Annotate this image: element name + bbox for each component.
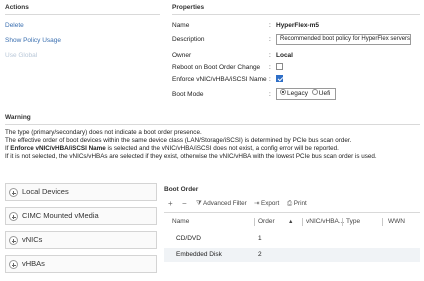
boot-mode-label: Boot Mode (172, 91, 204, 98)
expand-icon[interactable] (9, 236, 18, 245)
boot-order-toolbar: + − ⧩ Advanced Filter ⇥ Export ⎙ Print (164, 198, 420, 210)
column-vnic-vhba[interactable]: vNIC/vHBA... (306, 216, 344, 228)
reboot-checkbox[interactable] (276, 62, 283, 70)
boot-mode-uefi-option[interactable]: Uefi (311, 89, 330, 97)
warning-divider (5, 124, 420, 125)
properties-section: Properties Name : HyperFlex-m5 Descripti… (172, 4, 422, 100)
enforce-label: Enforce vNIC/vHBA/iSCSI Name (172, 76, 267, 83)
description-label: Description (172, 36, 205, 43)
expand-icon[interactable] (9, 260, 18, 269)
vhbas-panel[interactable]: vHBAs (5, 255, 157, 273)
panel-label: CIMC Mounted vMedia (22, 211, 99, 220)
name-value: HyperFlex-m5 (276, 22, 319, 29)
warning-section: Warning (5, 114, 420, 121)
print-button[interactable]: ⎙ Print (287, 198, 307, 210)
boot-order-heading: Boot Order (164, 186, 199, 193)
reboot-row: Reboot on Boot Order Change : (172, 62, 422, 73)
warning-text: The type (primary/secondary) does not in… (5, 129, 420, 161)
column-wwn[interactable]: WWN (388, 216, 405, 228)
owner-label: Owner (172, 52, 192, 59)
sort-ascending-icon[interactable]: ▲ (288, 216, 293, 228)
vnics-panel[interactable]: vNICs (5, 231, 157, 249)
warning-heading: Warning (5, 114, 31, 121)
advanced-filter-button[interactable]: ⧩ Advanced Filter (196, 198, 247, 210)
panel-label: vHBAs (22, 259, 45, 268)
show-policy-usage-link[interactable]: Show Policy Usage (5, 33, 160, 48)
reboot-label: Reboot on Boot Order Change (172, 64, 261, 71)
properties-heading: Properties (172, 4, 205, 11)
warning-line-1: The type (primary/secondary) does not in… (5, 129, 202, 136)
warning-line-4: If it is not selected, the vNICs/vHBAs a… (5, 153, 377, 160)
boot-mode-legacy-option[interactable]: Legacy (280, 89, 308, 97)
export-button[interactable]: ⇥ Export (254, 198, 279, 210)
local-devices-panel[interactable]: Local Devices (5, 183, 157, 201)
use-global-link: Use Global (5, 52, 38, 59)
expand-icon[interactable] (9, 212, 18, 221)
expand-icon[interactable] (9, 188, 18, 197)
panel-label: Local Devices (22, 187, 69, 196)
column-name[interactable]: Name (172, 216, 189, 228)
uefi-radio[interactable] (311, 89, 318, 96)
owner-row: Owner : Local (172, 52, 293, 59)
warning-line-3: If Enforce vNIC/vHBA/iSCSI Name is selec… (5, 145, 339, 152)
cimc-vmedia-panel[interactable]: CIMC Mounted vMedia (5, 207, 157, 225)
warning-line-2: The effective order of boot devices with… (5, 137, 352, 144)
add-icon[interactable]: + (168, 198, 173, 210)
description-row: Description : Recommended boot policy fo… (172, 34, 411, 45)
panel-label: vNICs (22, 235, 43, 244)
boot-mode-radio-group: Legacy Uefi (276, 88, 337, 100)
row-name: CD/DVD (176, 235, 201, 242)
row-name: Embedded Disk (176, 251, 222, 258)
table-row[interactable]: Embedded Disk 2 (164, 248, 420, 262)
row-order: 1 (258, 235, 262, 242)
owner-value: Local (276, 52, 293, 59)
table-header: Name Order ▲ vNIC/vHBA... Type WWN (164, 216, 420, 228)
actions-heading: Actions (5, 4, 29, 11)
properties-divider (172, 14, 420, 15)
row-order: 2 (258, 251, 262, 258)
export-icon: ⇥ (254, 200, 260, 207)
boot-order-section: Boot Order + − ⧩ Advanced Filter ⇥ Expor… (164, 186, 420, 262)
column-order[interactable]: Order (258, 216, 275, 228)
description-field[interactable]: Recommended boot policy for HyperFlex se… (276, 34, 411, 45)
remove-icon[interactable]: − (182, 198, 187, 210)
filter-icon: ⧩ (196, 200, 202, 207)
toolbar-divider (164, 212, 420, 213)
actions-section: Actions Delete Show Policy Usage Use Glo… (5, 4, 160, 63)
name-row: Name : HyperFlex-m5 (172, 22, 319, 29)
actions-divider (5, 14, 160, 15)
legacy-radio[interactable] (280, 89, 286, 96)
name-label: Name (172, 22, 190, 29)
printer-icon: ⎙ (287, 200, 293, 207)
delete-link[interactable]: Delete (5, 18, 160, 33)
enforce-checkbox[interactable] (276, 74, 283, 82)
column-type[interactable]: Type (346, 216, 360, 228)
enforce-row: Enforce vNIC/vHBA/iSCSI Name : (172, 74, 422, 85)
boot-mode-row: Boot Mode : Legacy Uefi (172, 88, 422, 102)
table-row[interactable]: CD/DVD 1 (164, 232, 420, 246)
boot-order-table: Name Order ▲ vNIC/vHBA... Type WWN CD/DV… (164, 216, 420, 262)
